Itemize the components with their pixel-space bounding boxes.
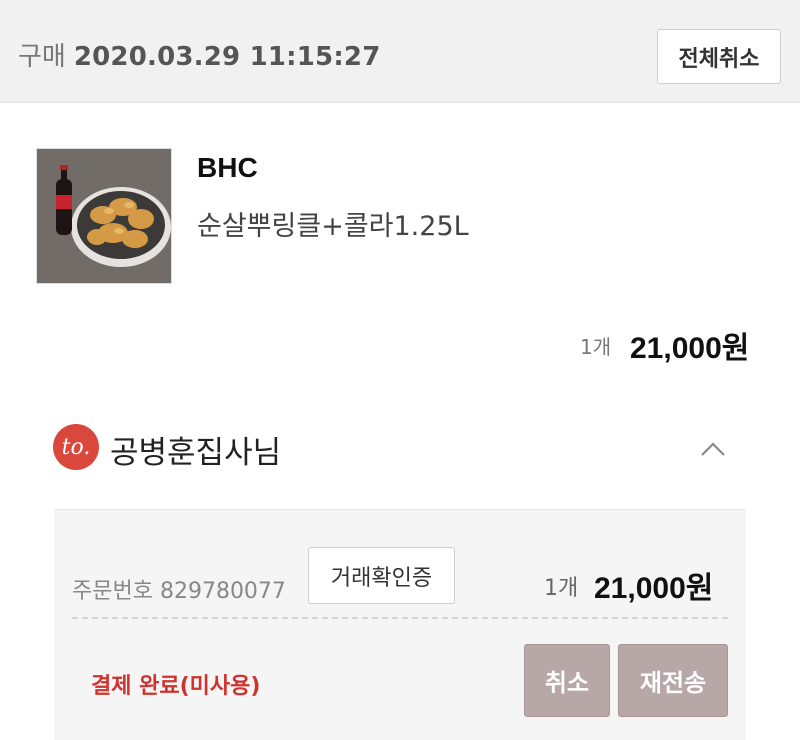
cancel-button[interactable]: 취소 [524, 644, 610, 717]
order-quantity: 1개 [544, 576, 579, 601]
transaction-receipt-button[interactable]: 거래확인증 [308, 547, 455, 604]
product-brand: BHC [197, 152, 258, 183]
resend-button[interactable]: 재전송 [618, 644, 728, 717]
purchase-datetime: 2020.03.29 11:15:27 [73, 42, 381, 72]
payment-status: 결제 완료(미사용) [91, 674, 261, 699]
product-thumbnail[interactable] [36, 148, 172, 284]
chevron-up-icon[interactable] [698, 435, 728, 465]
chicken-cola-image [37, 149, 171, 283]
order-detail-panel: 주문번호 829780077 거래확인증 1개 21,000원 결제 완료(미사… [54, 509, 746, 740]
order-number: 주문번호 829780077 [72, 579, 286, 604]
purchase-label: 구매 [18, 42, 66, 72]
recipient-name: 공병훈집사님 [110, 435, 282, 471]
to-badge-icon: to. [53, 424, 99, 470]
product-price: 21,000원 [630, 332, 750, 365]
cancel-all-button[interactable]: 전체취소 [657, 29, 781, 84]
order-header: 구매 2020.03.29 11:15:27 전체취소 [0, 0, 800, 103]
divider [72, 617, 728, 619]
order-price: 21,000원 [594, 572, 714, 605]
purchase-info: 구매 2020.03.29 11:15:27 [18, 36, 381, 73]
product-quantity: 1개 [580, 335, 612, 359]
product-name: 순살뿌링클+콜라1.25L [197, 211, 469, 242]
